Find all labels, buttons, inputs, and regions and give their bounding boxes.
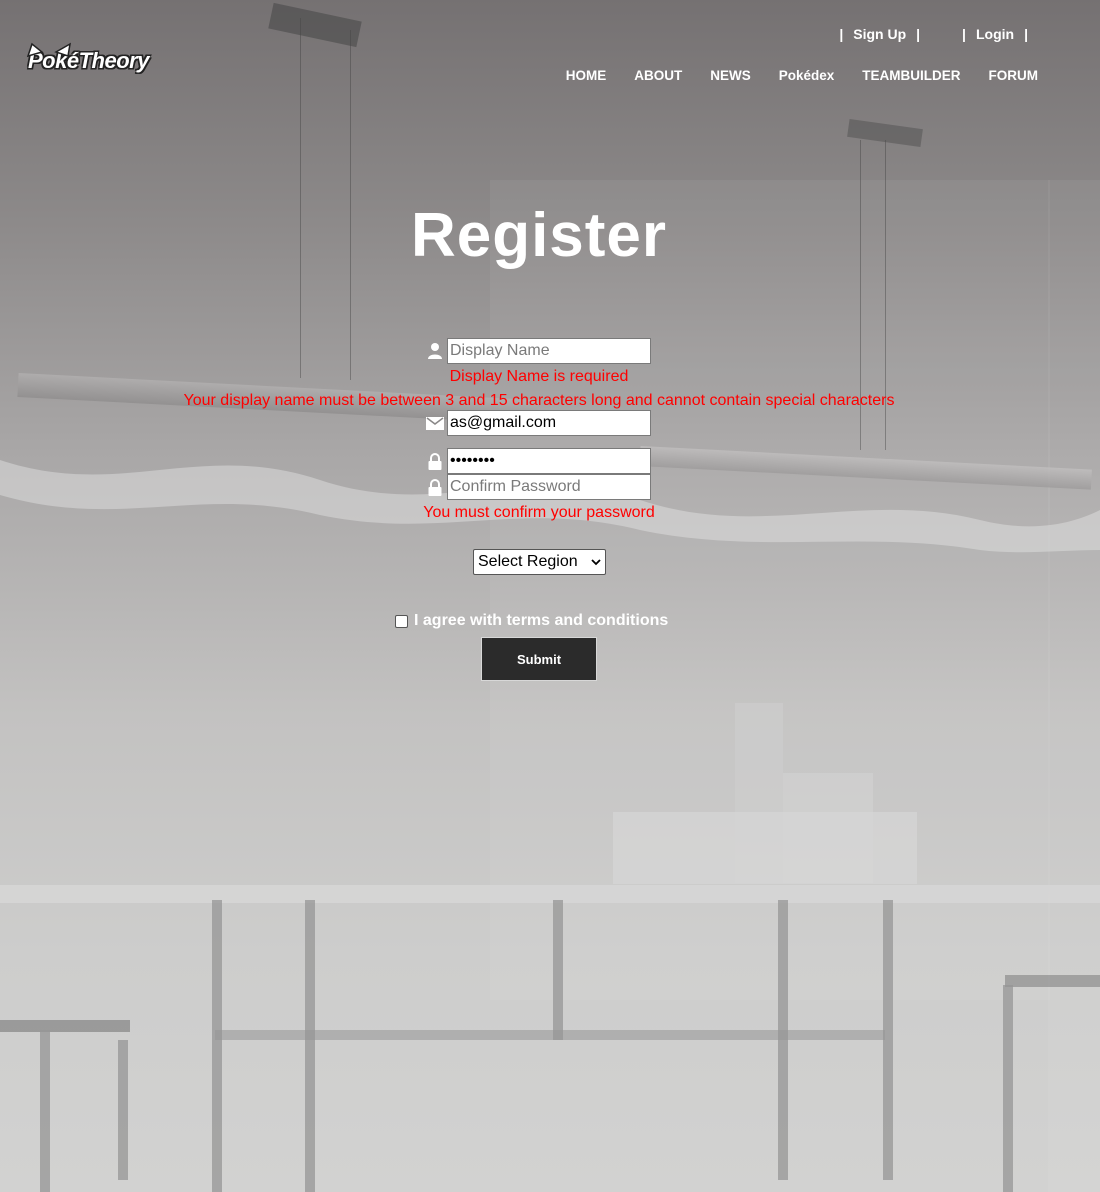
nav-item-pokedex[interactable]: Pokédex: [779, 68, 835, 83]
nav-separator: |: [839, 26, 844, 42]
password-row: [425, 448, 651, 474]
terms-checkbox[interactable]: [395, 614, 408, 628]
lock-icon: [425, 451, 445, 471]
password-input[interactable]: [447, 448, 651, 474]
nav-item-home[interactable]: HOME: [566, 68, 607, 83]
account-nav: | Sign Up | | Login |: [829, 26, 1038, 42]
lock-icon: [425, 477, 445, 497]
region-select-value: Select Region: [478, 553, 578, 570]
nav-item-teambuilder[interactable]: TEAMBUILDER: [862, 68, 960, 83]
user-icon: [425, 341, 445, 361]
submit-button-label: Submit: [516, 651, 562, 667]
confirm-password-row: [425, 474, 651, 500]
display-name-required-error: Display Name is required: [449, 368, 629, 385]
envelope-icon: [425, 413, 445, 433]
sign-up-link[interactable]: Sign Up: [853, 26, 906, 42]
display-name-input[interactable]: [447, 338, 651, 364]
nav-item-about[interactable]: ABOUT: [634, 68, 682, 83]
nav-item-forum[interactable]: FORUM: [989, 68, 1039, 83]
chevron-down-icon: [591, 558, 601, 565]
nav-separator: |: [1024, 26, 1028, 42]
login-link[interactable]: Login: [976, 26, 1014, 42]
nav-separator: |: [962, 26, 966, 42]
terms-label: I agree with terms and conditions: [414, 612, 669, 629]
nav-item-news[interactable]: NEWS: [710, 68, 751, 83]
poketheory-logo[interactable]: PokéTheory: [26, 42, 149, 74]
nav-separator: |: [916, 26, 921, 42]
main-nav: HOME ABOUT NEWS Pokédex TEAMBUILDER FORU…: [566, 68, 1038, 83]
page-title: Register: [410, 201, 668, 270]
confirm-password-input[interactable]: [447, 474, 651, 500]
display-name-row: [425, 338, 651, 364]
display-name-format-error: Your display name must be between 3 and …: [183, 392, 895, 409]
email-input[interactable]: [447, 410, 651, 436]
confirm-password-error: You must confirm your password: [423, 504, 655, 521]
terms-row: I agree with terms and conditions: [395, 612, 668, 630]
background-photo: [0, 0, 1100, 1192]
submit-button[interactable]: Submit: [481, 637, 597, 681]
email-row: [425, 410, 651, 436]
region-select[interactable]: Select Region: [473, 549, 606, 575]
pikachu-ears-icon: [26, 42, 71, 58]
